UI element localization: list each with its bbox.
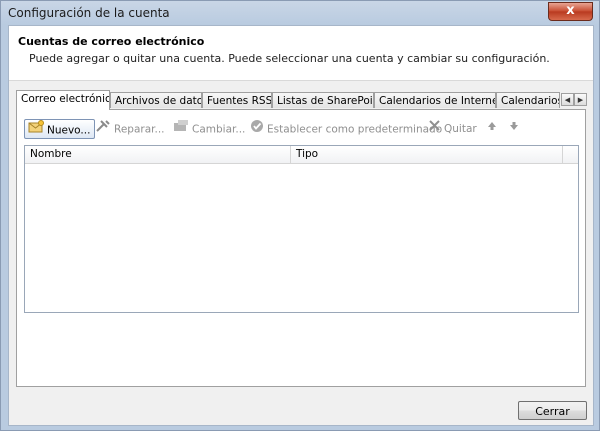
tab-label: Archivos de datos (115, 95, 202, 107)
tab-listas-sharepoint[interactable]: Listas de SharePoint (272, 92, 374, 108)
tab-label: Listas de SharePoint (277, 95, 374, 107)
email-tab-panel: Nuevo... Reparar... Cambiar... Establece… (16, 109, 586, 387)
change-icon (173, 119, 189, 140)
dialog-client-area: Cuentas de correo electrónico Puede agre… (8, 25, 594, 426)
tab-label: Fuentes RSS (207, 95, 272, 107)
header-title: Cuentas de correo electrónico (18, 35, 205, 48)
new-account-button[interactable]: Nuevo... (24, 119, 96, 141)
tab-label: Calendarios de Internet (379, 95, 496, 107)
window-close-button[interactable]: x (548, 2, 593, 21)
change-label: Cambiar... (192, 123, 246, 136)
header-description: Puede agregar o quitar una cuenta. Puede… (29, 52, 550, 65)
tab-correo-electronico[interactable]: Correo electrónico (16, 90, 110, 110)
tab-archivos-de-datos[interactable]: Archivos de datos (110, 92, 202, 108)
new-account-label: Nuevo... (47, 124, 91, 137)
tab-label: Calendarios p (501, 95, 560, 107)
window-title: Configuración de la cuenta (8, 6, 170, 20)
cerrar-button[interactable]: Cerrar (518, 401, 587, 420)
title-bar[interactable]: Configuración de la cuenta x (1, 1, 599, 25)
close-icon: x (566, 3, 575, 18)
set-default-label: Establecer como predeterminado (267, 123, 443, 136)
change-button[interactable]: Cambiar... (173, 119, 245, 139)
remove-button[interactable]: Quitar (428, 119, 477, 139)
repair-button[interactable]: Reparar... (95, 119, 165, 139)
remove-label: Quitar (444, 123, 477, 135)
tab-scroll-left-icon[interactable]: ◀ (561, 93, 574, 106)
set-default-button[interactable]: Establecer como predeterminado (250, 119, 442, 139)
tab-calendarios-internet[interactable]: Calendarios de Internet (374, 92, 496, 108)
account-settings-window: Configuración de la cuenta x Cuentas de … (0, 0, 600, 431)
tab-fuentes-rss[interactable]: Fuentes RSS (202, 92, 272, 108)
set-default-icon (250, 119, 264, 140)
tab-label: Correo electrónico (21, 93, 110, 105)
repair-icon (95, 119, 111, 140)
move-up-icon (486, 119, 498, 139)
column-header-nombre[interactable]: Nombre (25, 146, 291, 163)
dialog-header: Cuentas de correo electrónico Puede agre… (9, 26, 593, 81)
move-down-button[interactable] (508, 119, 523, 139)
tab-strip: Correo electrónico Archivos de datos Fue… (16, 90, 587, 110)
repair-label: Reparar... (114, 123, 165, 136)
tab-scroll-right-icon[interactable]: ▶ (574, 93, 587, 106)
move-up-button[interactable] (486, 119, 501, 139)
list-header: Nombre Tipo (25, 146, 578, 164)
column-header-tipo[interactable]: Tipo (291, 146, 563, 163)
remove-icon (428, 119, 441, 139)
move-down-icon (508, 119, 520, 139)
new-account-icon (28, 120, 44, 141)
account-list[interactable]: Nombre Tipo (24, 145, 579, 313)
tab-calendarios-publicados[interactable]: Calendarios p (496, 92, 560, 108)
